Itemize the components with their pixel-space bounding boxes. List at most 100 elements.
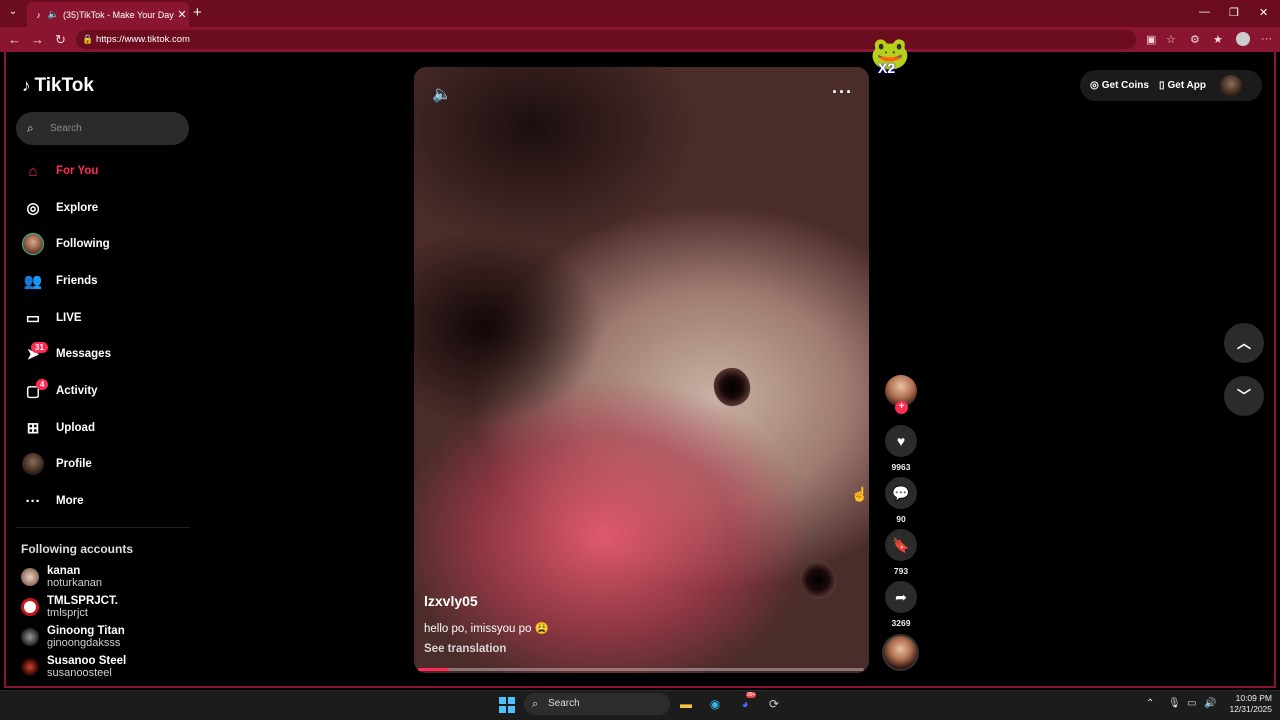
sidebar-item-label: Following <box>56 238 110 250</box>
video-progress-bar[interactable] <box>418 668 864 671</box>
edge-browser-icon[interactable]: ◉ <box>705 694 725 714</box>
microphone-icon[interactable]: 🎙 <box>1168 698 1181 709</box>
tab-list-chevron-icon[interactable]: ⌄ <box>5 6 21 22</box>
account-username: tmlsprjct <box>47 607 88 619</box>
tiktok-logo[interactable]: ♪ TikTok <box>22 75 94 97</box>
heart-icon[interactable]: ♥ <box>885 425 917 457</box>
file-explorer-icon[interactable]: ▬ <box>676 694 696 714</box>
favorites-icon[interactable]: ★ <box>1213 33 1223 46</box>
address-bar[interactable]: 🔒 https://www.tiktok.com <box>76 30 1136 49</box>
save-count: 793 <box>893 566 909 576</box>
url-text: https://www.tiktok.com <box>96 34 190 45</box>
back-icon[interactable]: ← <box>8 32 21 47</box>
discord-icon[interactable]: ◕ 99+ <box>735 692 757 714</box>
minimize-icon[interactable]: — <box>1199 6 1210 18</box>
comment-icon[interactable]: 💬 <box>885 477 917 509</box>
sidebar-item-profile[interactable]: Profile <box>22 452 92 476</box>
get-app-button[interactable]: ▯ Get App <box>1159 80 1206 91</box>
video-options-icon[interactable]: ··· <box>832 82 853 103</box>
system-clock[interactable]: 10:09 PM 12/31/2025 <box>1222 693 1272 715</box>
next-video-button[interactable]: ﹀ <box>1224 376 1264 416</box>
sidebar-item-for-you[interactable]: ⌂ For You <box>22 159 98 183</box>
split-screen-icon[interactable]: ▣ <box>1146 33 1156 46</box>
sidebar-item-label: For You <box>56 165 99 177</box>
favorite-star-icon[interactable]: ☆ <box>1166 33 1176 46</box>
taskbar-search[interactable]: ⌕ Search <box>524 693 670 715</box>
sidebar-item-live[interactable]: ▭ LIVE <box>22 306 82 330</box>
avatar <box>21 658 39 676</box>
avatar[interactable] <box>1220 74 1242 97</box>
sidebar-item-label: Activity <box>56 385 98 397</box>
following-account-item[interactable]: kanan noturkanan <box>21 565 102 589</box>
live-icon: ▭ <box>25 310 41 327</box>
search-input[interactable]: ⌕ Search <box>16 112 189 145</box>
messages-badge: 31 <box>31 342 48 353</box>
previous-video-button[interactable]: ︿ <box>1224 323 1264 363</box>
sidebar-item-more[interactable]: ··· More <box>22 489 84 513</box>
account-username: ginoongdaksss <box>47 637 121 649</box>
chevron-down-icon: ﹀ <box>1237 388 1251 404</box>
friends-icon: 👥 <box>23 273 43 290</box>
top-right-actions: ◎ Get Coins ▯ Get App <box>1080 70 1262 101</box>
avatar <box>21 628 39 646</box>
see-translation-link[interactable]: See translation <box>424 643 506 655</box>
tiktok-favicon-icon: ♪ <box>36 9 41 20</box>
account-username: noturkanan <box>47 577 103 589</box>
reload-icon[interactable]: ↻ <box>55 32 66 48</box>
network-icon[interactable]: ▭ <box>1187 698 1196 709</box>
comment-action[interactable]: 💬 90 <box>885 477 917 524</box>
clock-date: 12/31/2025 <box>1229 704 1272 714</box>
home-icon: ⌂ <box>28 162 38 180</box>
sidebar-item-activity[interactable]: ▢ Activity <box>22 379 98 403</box>
share-count: 3269 <box>891 618 911 628</box>
restore-icon[interactable]: ❐ <box>1229 6 1239 19</box>
account-name: kanan <box>47 565 81 577</box>
profile-avatar-icon[interactable] <box>1236 32 1250 46</box>
video-player[interactable] <box>414 67 869 673</box>
video-author[interactable]: lzxvly05 <box>424 593 478 609</box>
audio-playing-icon[interactable]: 🔈 <box>48 9 59 20</box>
like-action[interactable]: ♥ 9963 <box>885 425 917 472</box>
search-icon: ⌕ <box>27 121 34 135</box>
bookmark-icon[interactable]: 🔖 <box>885 529 917 561</box>
share-icon[interactable]: ➦ <box>885 581 917 613</box>
following-account-item[interactable]: TMLSPRJCT. tmlsprjct <box>21 595 118 619</box>
new-tab-plus-icon[interactable]: + <box>193 4 202 21</box>
sound-disc[interactable] <box>882 634 919 671</box>
browser-menu-icon[interactable]: ··· <box>1261 33 1272 45</box>
forward-icon[interactable]: → <box>31 32 44 47</box>
app-icon[interactable]: ⟳ <box>764 694 784 714</box>
window-close-icon[interactable]: ✕ <box>1259 6 1268 19</box>
follow-plus-icon[interactable]: + <box>895 401 908 414</box>
following-accounts-heading: Following accounts <box>21 542 134 556</box>
browser-tab[interactable]: ♪ 🔈 (35)TikTok - Make Your Day ✕ <box>27 2 189 27</box>
phone-icon: ▯ <box>1158 80 1165 91</box>
chevron-up-icon: ︿ <box>1237 335 1251 351</box>
share-action[interactable]: ➦ 3269 <box>885 581 917 628</box>
sidebar-item-following[interactable]: Following <box>22 232 110 256</box>
save-action[interactable]: 🔖 793 <box>885 529 917 576</box>
sidebar-item-label: Upload <box>56 422 95 434</box>
tab-title: (35)TikTok - Make Your Day <box>63 9 174 20</box>
extension-icon[interactable]: ⚙ <box>1190 33 1200 46</box>
sidebar-item-explore[interactable]: ◎ Explore <box>22 196 98 220</box>
sidebar-item-upload[interactable]: ⊞ Upload <box>22 416 95 440</box>
speaker-icon[interactable]: 🔊 <box>1204 698 1216 709</box>
close-tab-icon[interactable]: ✕ <box>175 8 189 21</box>
following-account-item[interactable]: Susanoo Steel susanoosteel <box>21 655 126 679</box>
account-name: Susanoo Steel <box>47 655 127 667</box>
sidebar-item-friends[interactable]: 👥 Friends <box>22 269 98 293</box>
account-username: susanoosteel <box>47 667 112 679</box>
avatar <box>21 598 39 616</box>
following-account-item[interactable]: Ginoong Titan ginoongdaksss <box>21 625 125 649</box>
sidebar-item-label: Explore <box>56 202 99 214</box>
tray-chevron-up-icon[interactable]: ⌃ <box>1146 698 1154 709</box>
windows-start-icon[interactable] <box>499 697 515 713</box>
following-avatar <box>22 233 44 255</box>
get-coins-button[interactable]: ◎ Get Coins <box>1090 80 1149 91</box>
tiktok-note-icon: ♪ <box>22 76 31 95</box>
like-count: 9963 <box>891 462 911 472</box>
frog-sticker-icon: 🐸 X2 <box>870 35 910 76</box>
volume-icon[interactable]: 🔈 <box>432 84 452 104</box>
account-name: TMLSPRJCT. <box>47 595 118 607</box>
